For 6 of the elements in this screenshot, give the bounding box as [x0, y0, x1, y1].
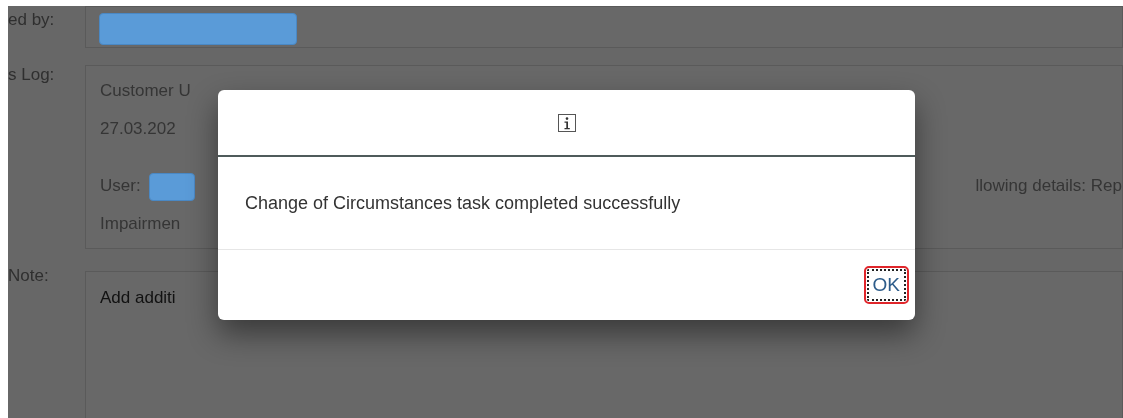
dialog-message: Change of Circumstances task completed successfully [245, 192, 681, 214]
field-label: Note: [8, 266, 50, 287]
field-label: s Log: [8, 65, 56, 86]
ok-button[interactable]: OK [863, 266, 909, 304]
field-label: ed by: [8, 9, 56, 31]
info-icon [557, 113, 576, 132]
